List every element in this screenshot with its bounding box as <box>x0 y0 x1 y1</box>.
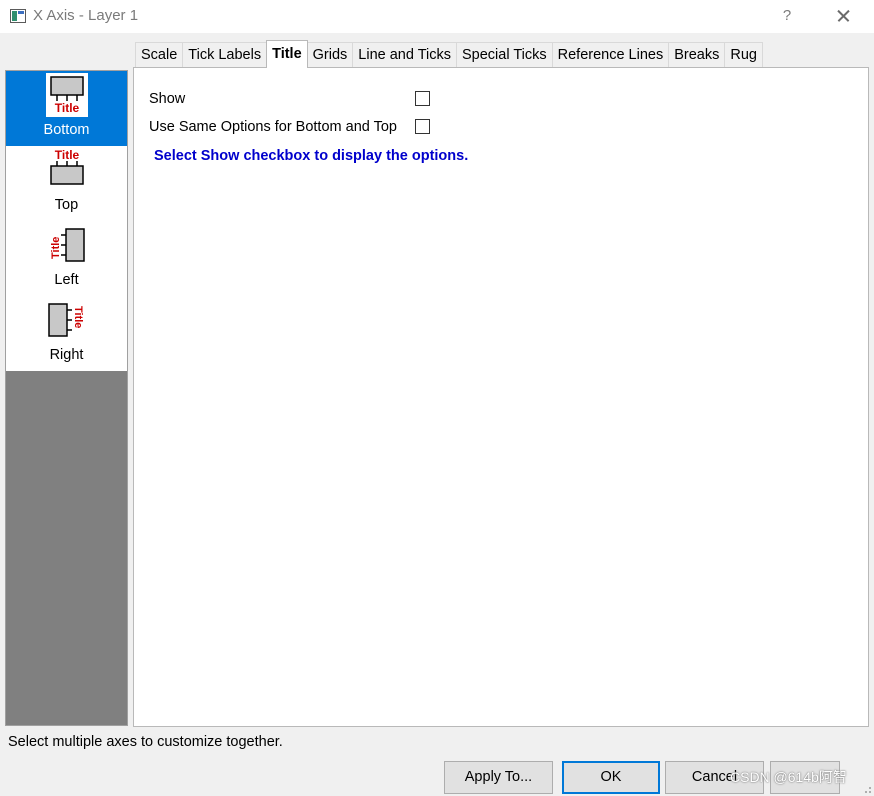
icon-title-text: Title <box>55 148 80 162</box>
help-button[interactable]: ? <box>775 3 799 29</box>
tab-scale[interactable]: Scale <box>135 42 184 68</box>
tab-breaks[interactable]: Breaks <box>668 42 726 68</box>
axis-label-bottom: Bottom <box>43 122 90 138</box>
same-options-checkbox[interactable] <box>415 119 430 134</box>
info-message: Select Show checkbox to display the opti… <box>154 148 469 164</box>
axis-list-panel: Title Bottom Title Top Title Left Title … <box>5 70 128 726</box>
icon-title-text: Title <box>55 101 80 115</box>
top-axis-title-icon: Title <box>50 148 84 185</box>
dialog-window: X Axis - Layer 1 ? Scale Tick Labels Tit… <box>0 0 874 796</box>
tab-special-ticks[interactable]: Special Ticks <box>456 42 553 68</box>
axis-item-right[interactable]: Title Right <box>6 296 127 371</box>
bottom-axis-title-icon: Title <box>46 73 88 117</box>
window-title: X Axis - Layer 1 <box>33 7 139 24</box>
axis-label-right: Right <box>49 347 84 363</box>
app-icon <box>10 9 26 23</box>
title-options-panel: Show Use Same Options for Bottom and Top… <box>133 67 869 727</box>
icon-title-text: Title <box>72 306 84 328</box>
close-icon[interactable] <box>826 3 860 29</box>
apply-to-button[interactable]: Apply To... <box>444 761 553 794</box>
left-axis-title-icon: Title <box>50 228 85 262</box>
resize-grip-icon[interactable] <box>860 782 872 794</box>
axis-label-left: Left <box>54 272 79 288</box>
icon-title-text: Title <box>50 237 62 259</box>
show-label: Show <box>149 91 186 107</box>
status-text: Select multiple axes to customize togeth… <box>8 734 283 750</box>
tab-rug[interactable]: Rug <box>724 42 763 68</box>
tab-reference-lines[interactable]: Reference Lines <box>551 42 670 68</box>
title-bar: X Axis - Layer 1 ? <box>0 0 874 33</box>
axis-item-left[interactable]: Title Left <box>6 221 127 296</box>
ok-button[interactable]: OK <box>562 761 660 794</box>
show-checkbox[interactable] <box>415 91 430 106</box>
same-options-label: Use Same Options for Bottom and Top <box>149 119 397 135</box>
tab-tick-labels[interactable]: Tick Labels <box>182 42 268 68</box>
tab-title[interactable]: Title <box>266 40 308 68</box>
tab-strip: Scale Tick Labels Title Grids Line and T… <box>135 40 763 68</box>
watermark-text: CSDN @614b阿智 <box>730 769 847 785</box>
axis-label-top: Top <box>54 197 79 213</box>
axis-list: Title Bottom Title Top Title Left Title … <box>6 71 127 371</box>
right-axis-title-icon: Title <box>48 303 84 337</box>
tab-line-and-ticks[interactable]: Line and Ticks <box>352 42 457 68</box>
tab-grids[interactable]: Grids <box>306 42 354 68</box>
axis-item-bottom[interactable]: Title Bottom <box>6 71 127 146</box>
axis-item-top[interactable]: Title Top <box>6 146 127 221</box>
